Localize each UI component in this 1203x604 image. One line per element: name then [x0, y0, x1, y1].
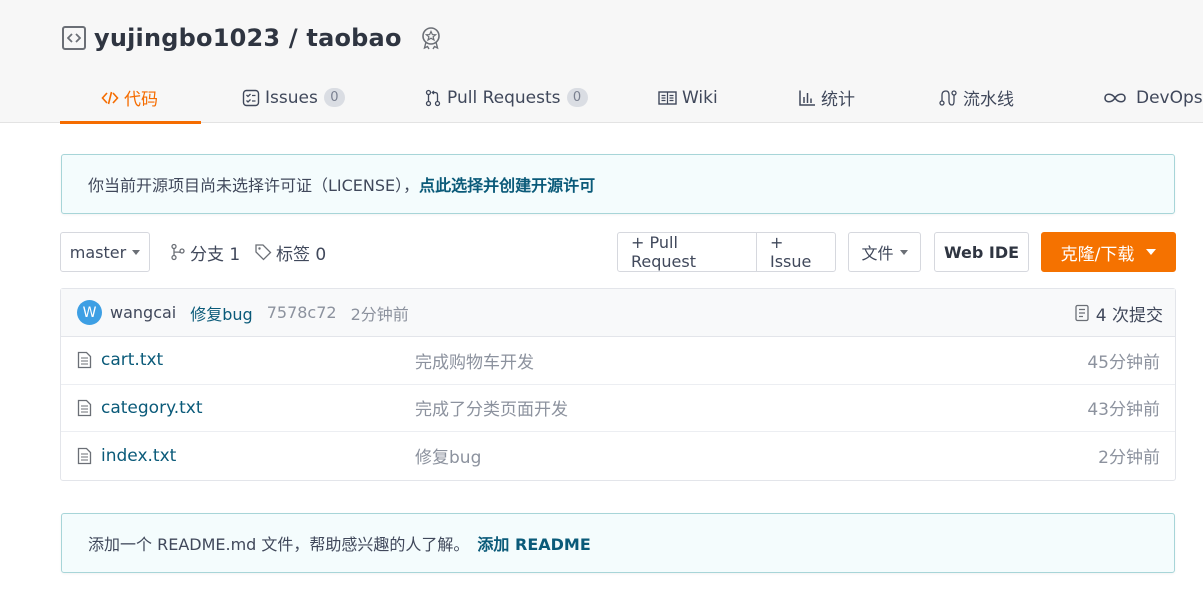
commits-icon [1074, 304, 1090, 322]
file-commit-time: 43分钟前 [1087, 400, 1160, 421]
latest-commit-bar: W wangcai 修复bug 7578c72 2分钟前 4 次提交 [61, 289, 1175, 337]
license-notice: 你当前开源项目尚未选择许可证（LICENSE）， 点此选择并创建开源许可 [61, 154, 1175, 214]
file-icon [77, 447, 92, 465]
chevron-down-icon [1146, 249, 1157, 255]
pull-request-icon [424, 89, 442, 107]
readme-notice-text: 添加一个 README.md 文件，帮助感兴趣的人了解。 [88, 535, 470, 554]
new-pull-request-button[interactable]: + Pull Request [618, 233, 756, 271]
repo-owner-link[interactable]: yujingbo1023 [94, 24, 280, 52]
file-name-link[interactable]: index.txt [101, 446, 176, 466]
file-row: category.txt 完成了分类页面开发 43分钟前 [61, 385, 1175, 432]
devops-icon [1102, 91, 1128, 105]
file-commit-message[interactable]: 修复bug [415, 443, 481, 468]
tab-stats[interactable]: 统计 [798, 72, 855, 123]
commit-count-link[interactable]: 4 次提交 [1074, 289, 1163, 337]
branch-icon [170, 243, 186, 261]
tab-pull-requests[interactable]: Pull Requests 0 [424, 72, 588, 123]
file-commit-time: 2分钟前 [1098, 448, 1160, 469]
tab-pipeline[interactable]: 流水线 [938, 72, 1014, 123]
repo-title: yujingbo1023 / taobao [62, 22, 444, 54]
tab-devops[interactable]: DevOps [1102, 72, 1203, 123]
file-list: W wangcai 修复bug 7578c72 2分钟前 4 次提交 cart.… [60, 288, 1176, 481]
tab-issues-label: Issues [265, 87, 318, 108]
tags-link[interactable]: 标签 0 [254, 232, 326, 272]
add-readme-link[interactable]: 添加 README [477, 531, 590, 555]
code-repo-icon [62, 26, 86, 50]
license-notice-text: 你当前开源项目尚未选择许可证（LICENSE）， [88, 176, 420, 195]
file-row: index.txt 修复bug 2分钟前 [61, 432, 1175, 480]
branch-select-label: master [69, 242, 127, 262]
clone-download-button[interactable]: 克隆/下载 [1041, 232, 1176, 272]
tab-devops-label: DevOps [1136, 87, 1203, 108]
commit-hash[interactable]: 7578c72 [267, 303, 337, 322]
chevron-down-icon [899, 249, 908, 255]
tab-issues[interactable]: Issues 0 [242, 72, 345, 123]
wiki-icon [658, 90, 677, 106]
repo-toolbar: master 分支 1 标签 0 + Pull Request + Issue … [60, 232, 1176, 272]
repo-separator: / [288, 24, 298, 52]
web-ide-button[interactable]: Web IDE [934, 232, 1029, 272]
tab-wiki[interactable]: Wiki [658, 72, 718, 123]
tab-wiki-label: Wiki [682, 87, 718, 108]
pipeline-icon [938, 89, 958, 107]
readme-notice: 添加一个 README.md 文件，帮助感兴趣的人了解。 添加 README [61, 513, 1175, 573]
code-icon [101, 90, 119, 106]
file-commit-time: 45分钟前 [1087, 352, 1160, 373]
chevron-down-icon [132, 249, 141, 255]
commit-count-label: 4 次提交 [1095, 305, 1163, 326]
commit-time: 2分钟前 [350, 304, 409, 324]
file-commit-message[interactable]: 完成购物车开发 [415, 348, 534, 373]
commit-author[interactable]: wangcai [110, 303, 176, 322]
avatar[interactable]: W [77, 300, 102, 325]
tab-pipeline-label: 流水线 [963, 90, 1014, 110]
file-icon [77, 351, 92, 369]
branches-link[interactable]: 分支 1 [170, 232, 240, 272]
tab-code-label: 代码 [124, 90, 158, 110]
file-menu-label: 文件 [861, 244, 894, 263]
repo-header: yujingbo1023 / taobao 代码 Issues 0 Pull R… [0, 0, 1203, 124]
stats-icon [798, 89, 816, 107]
pull-requests-count-badge: 0 [566, 88, 588, 107]
tags-label: 标签 0 [276, 244, 327, 265]
tab-code[interactable]: 代码 [60, 72, 201, 124]
file-icon [77, 399, 92, 417]
branch-select[interactable]: master [60, 232, 150, 272]
issues-count-badge: 0 [323, 88, 345, 107]
tab-pull-requests-label: Pull Requests [447, 87, 561, 108]
file-name-link[interactable]: category.txt [101, 398, 203, 418]
file-commit-message[interactable]: 完成了分类页面开发 [415, 395, 568, 420]
file-row: cart.txt 完成购物车开发 45分钟前 [61, 337, 1175, 385]
new-pr-issue-group: + Pull Request + Issue [617, 232, 836, 272]
clone-download-label: 克隆/下载 [1060, 244, 1135, 265]
file-name-link[interactable]: cart.txt [101, 350, 163, 370]
tag-icon [254, 243, 272, 261]
branches-label: 分支 1 [190, 244, 241, 265]
file-menu-button[interactable]: 文件 [848, 232, 921, 272]
new-issue-button[interactable]: + Issue [756, 233, 835, 271]
repo-name-link[interactable]: taobao [306, 24, 401, 52]
tab-stats-label: 统计 [821, 90, 855, 110]
create-license-link[interactable]: 点此选择并创建开源许可 [419, 172, 595, 196]
recommended-badge-icon[interactable] [418, 25, 444, 51]
issues-icon [242, 89, 260, 107]
commit-message[interactable]: 修复bug [190, 301, 252, 325]
